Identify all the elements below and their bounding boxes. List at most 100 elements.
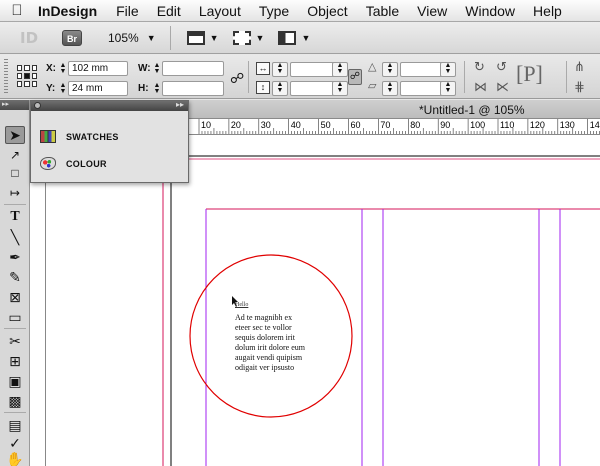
x-label: X: <box>46 63 56 74</box>
menu-file[interactable]: File <box>107 3 148 19</box>
shear-stepper[interactable]: ▲ ▼ <box>382 81 398 96</box>
bridge-button[interactable]: Br <box>62 29 82 46</box>
flip-indicator-icon: [P] <box>516 61 543 86</box>
control-panel: X: ▲ ▼ 102 mm Y: ▲ ▼ 24 mm W: ▲ ▼ H: ▲ ▼ ☍ ↔… <box>0 55 600 99</box>
y-stepper[interactable]: ▲ ▼ <box>58 82 68 95</box>
line-tool-icon[interactable]: ╲ <box>5 228 25 246</box>
height-field[interactable] <box>162 81 224 96</box>
w-stepper[interactable]: ▲ ▼ <box>152 62 162 75</box>
flip-vertical-icon[interactable]: ⋉ <box>496 79 509 95</box>
free-transform-tool-icon[interactable]: ⊞ <box>5 352 25 370</box>
rotation-icon: △ <box>368 61 377 73</box>
text-line: augait vendi quipism <box>235 353 303 362</box>
chevron-down-icon: ▼ <box>209 32 219 43</box>
rotation-stepper[interactable]: ▲ ▼ <box>382 62 398 77</box>
scale-x-stepper[interactable]: ▲ ▼ <box>272 62 288 77</box>
text-frame-label: Hello <box>235 302 249 308</box>
tools-panel-header[interactable]: ▸▸ <box>0 100 29 110</box>
h-stepper[interactable]: ▲ ▼ <box>152 82 162 95</box>
panel-grip-handle[interactable] <box>4 59 8 95</box>
pen-tool-icon[interactable]: ✒ <box>5 248 25 266</box>
menu-object[interactable]: Object <box>298 3 356 19</box>
apple-logo-icon[interactable]:  <box>0 2 34 19</box>
indesign-logo-icon: ID <box>20 28 39 47</box>
ruler-tick-label: 10 <box>201 120 211 130</box>
y-label: Y: <box>46 83 56 94</box>
control-divider <box>464 61 465 93</box>
swatches-colour-panel: ▸▸ SWATCHES COLOUR <box>30 100 189 183</box>
rectangle-frame-tool-icon[interactable]: ⊠ <box>5 288 25 306</box>
scale-y-dropdown[interactable]: ▲ ▼ <box>332 81 348 96</box>
control-divider <box>248 61 249 93</box>
rectangle-tool-icon[interactable]: ▭ <box>5 308 25 326</box>
menu-help[interactable]: Help <box>524 3 571 19</box>
menu-layout[interactable]: Layout <box>190 3 250 19</box>
scale-link-icon[interactable]: ☍ <box>348 69 362 85</box>
view-options-button[interactable]: ▼ <box>186 30 219 45</box>
menu-view[interactable]: View <box>408 3 456 19</box>
x-position-row: X: ▲ ▼ 102 mm <box>46 61 128 76</box>
scale-x-icon: ↔ <box>256 62 270 75</box>
height-row: H: ▲ ▼ <box>138 81 224 96</box>
tool-divider <box>4 412 26 413</box>
direct-selection-tool-icon[interactable]: ↗ <box>5 146 25 164</box>
menu-window[interactable]: Window <box>456 3 524 19</box>
panel-title-bar[interactable]: ▸▸ <box>31 100 188 111</box>
x-stepper[interactable]: ▲ ▼ <box>58 62 68 75</box>
zoom-value: 105% <box>108 30 139 45</box>
scale-y-stepper[interactable]: ▲ ▼ <box>272 81 288 96</box>
menu-table[interactable]: Table <box>357 3 408 19</box>
selection-tool-icon[interactable]: ➤ <box>5 126 25 144</box>
colour-palette-icon <box>40 157 56 170</box>
ruler-tick-label: 120 <box>530 120 545 130</box>
select-content-icon[interactable]: ⋕ <box>574 79 585 95</box>
select-container-icon[interactable]: ⋔ <box>574 59 585 75</box>
panel-item-colour[interactable]: COLOUR <box>40 157 107 170</box>
close-icon[interactable] <box>34 102 41 109</box>
scale-y-icon: ↕ <box>256 81 270 94</box>
zoom-dropdown[interactable]: 105% ▼ <box>108 31 156 45</box>
text-line: sequis dolorem irit <box>235 333 295 342</box>
flip-horizontal-icon[interactable]: ⋈ <box>474 79 487 95</box>
arrange-documents-icon <box>278 30 297 45</box>
horizontal-ruler[interactable]: 10 20 30 40 50 60 70 80 90 100 110 120 130 140 <box>189 119 600 135</box>
ruler-tick-label: 50 <box>321 120 331 130</box>
menu-edit[interactable]: Edit <box>148 3 190 19</box>
rotate-cw-icon[interactable]: ↻ <box>474 59 485 75</box>
gradient-tool-icon[interactable]: ▣ <box>5 372 25 390</box>
y-position-field[interactable]: 24 mm <box>68 81 128 96</box>
ruler-tick-label: 140 <box>590 120 600 130</box>
document-tab[interactable]: *Untitled-1 @ 105% <box>189 100 600 119</box>
type-tool-icon[interactable]: T <box>5 208 25 226</box>
pencil-tool-icon[interactable]: ✎ <box>5 268 25 286</box>
chevron-down-icon: ▼ <box>301 32 311 43</box>
page-tool-icon[interactable]: □ <box>5 164 25 182</box>
menu-bar:  InDesign File Edit Layout Type Object … <box>0 0 600 22</box>
note-tool-icon[interactable]: ▤ <box>5 416 25 434</box>
x-position-field[interactable]: 102 mm <box>68 61 128 76</box>
gradient-feather-tool-icon[interactable]: ▩ <box>5 392 25 410</box>
hand-tool-icon[interactable]: ✋ <box>5 450 25 466</box>
rotate-ccw-icon[interactable]: ↺ <box>496 59 507 75</box>
circle-body-text[interactable]: Ad te magnibh ex eteer sec te vollor sequi… <box>235 313 305 373</box>
appbar-divider <box>169 25 171 50</box>
menu-app-name[interactable]: InDesign <box>34 3 107 19</box>
scale-x-dropdown[interactable]: ▲ ▼ <box>332 62 348 77</box>
reference-point-icon[interactable] <box>17 65 37 87</box>
y-position-row: Y: ▲ ▼ 24 mm <box>46 81 128 96</box>
chevron-down-icon: ▼ <box>255 32 265 43</box>
screen-mode-button[interactable]: ▼ <box>232 30 265 45</box>
arrange-documents-button[interactable]: ▼ <box>278 30 311 45</box>
rotation-dropdown[interactable]: ▲ ▼ <box>440 62 456 77</box>
w-label: W: <box>138 63 151 74</box>
vertical-ruler[interactable] <box>30 135 46 466</box>
menu-type[interactable]: Type <box>250 3 298 19</box>
scissors-tool-icon[interactable]: ✂ <box>5 332 25 350</box>
ruler-tick-label: 90 <box>440 120 450 130</box>
constrain-proportions-icon[interactable]: ☍ <box>230 70 244 87</box>
shear-dropdown[interactable]: ▲ ▼ <box>440 81 456 96</box>
width-field[interactable] <box>162 61 224 76</box>
panel-item-swatches[interactable]: SWATCHES <box>40 130 119 143</box>
collapse-panel-icon[interactable]: ▸▸ <box>176 100 184 109</box>
gap-tool-icon[interactable]: ↦ <box>5 184 25 202</box>
